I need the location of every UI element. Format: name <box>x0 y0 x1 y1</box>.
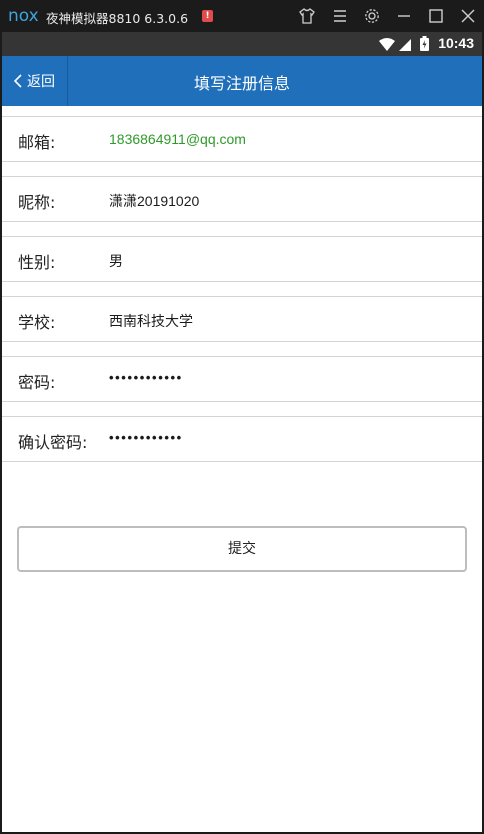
gender-field[interactable]: 男 <box>109 251 123 271</box>
nickname-field[interactable]: 潇潇20191020 <box>109 191 199 211</box>
gear-icon[interactable] <box>363 7 381 25</box>
gender-row[interactable]: 性别: 男 <box>2 236 482 282</box>
minimize-icon[interactable] <box>395 7 413 25</box>
password-field[interactable]: •••••••••••• <box>109 370 183 385</box>
app-header: 返回 填写注册信息 <box>2 56 482 106</box>
status-time: 10:43 <box>438 35 474 51</box>
confirm-password-field[interactable]: •••••••••••• <box>109 430 183 445</box>
signal-icon <box>398 37 412 56</box>
shirt-icon[interactable] <box>298 7 316 25</box>
close-icon[interactable] <box>459 7 477 25</box>
email-label: 邮箱: <box>18 133 56 152</box>
password-row[interactable]: 密码: •••••••••••• <box>2 356 482 402</box>
maximize-icon[interactable] <box>427 7 445 25</box>
confirm-password-label: 确认密码: <box>18 433 88 452</box>
warning-badge[interactable]: ! <box>202 10 213 22</box>
emulator-title: 夜神模拟器8810 6.3.0.6 <box>46 11 189 26</box>
gender-label: 性别: <box>18 253 56 272</box>
nickname-label: 昵称: <box>18 193 56 212</box>
email-field[interactable]: 1836864911@qq.com <box>109 131 246 147</box>
chevron-left-icon <box>11 72 25 90</box>
back-button[interactable]: 返回 <box>2 56 68 106</box>
menu-icon[interactable] <box>331 7 349 25</box>
wifi-icon <box>378 37 396 56</box>
app-screen: 返回 填写注册信息 邮箱: 1836864911@qq.com 昵称: 潇潇20… <box>2 56 482 832</box>
school-label: 学校: <box>18 313 56 332</box>
school-field[interactable]: 西南科技大学 <box>109 311 193 331</box>
confirm-password-row[interactable]: 确认密码: •••••••••••• <box>2 416 482 462</box>
emulator-title-bar: nox 夜神模拟器8810 6.3.0.6 ! <box>0 0 484 32</box>
school-row[interactable]: 学校: 西南科技大学 <box>2 296 482 342</box>
email-row[interactable]: 邮箱: 1836864911@qq.com <box>2 116 482 162</box>
nox-logo: nox <box>8 6 39 26</box>
battery-icon <box>420 36 429 55</box>
nickname-row[interactable]: 昵称: 潇潇20191020 <box>2 176 482 222</box>
page-title: 填写注册信息 <box>193 74 290 93</box>
back-label: 返回 <box>27 74 55 90</box>
submit-button[interactable]: 提交 <box>17 526 467 572</box>
password-label: 密码: <box>18 373 56 392</box>
android-status-bar: 10:43 <box>2 32 482 56</box>
